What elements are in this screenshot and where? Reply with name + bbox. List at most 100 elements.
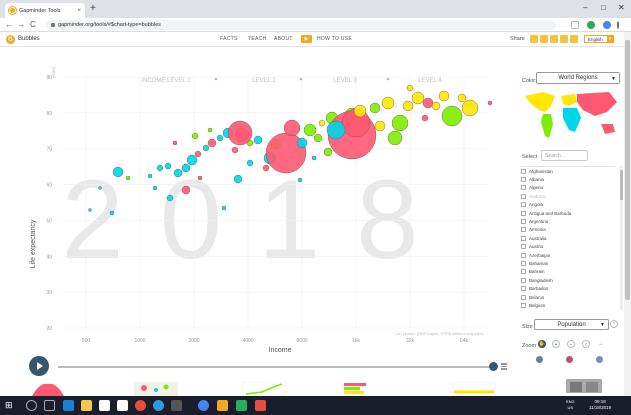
checkbox[interactable] — [521, 219, 526, 225]
country-bubble[interactable] — [166, 194, 174, 202]
country-bubble[interactable] — [441, 105, 463, 127]
page-scrollbar[interactable] — [624, 32, 631, 396]
thumbnail-line-chart[interactable] — [242, 382, 286, 396]
country-bubble[interactable] — [311, 155, 317, 161]
search-icon[interactable] — [26, 400, 37, 411]
country-bubble[interactable] — [369, 102, 381, 114]
country-list-item[interactable]: Barbados — [521, 284, 615, 292]
mail-icon[interactable] — [117, 400, 128, 411]
country-bubble[interactable] — [431, 101, 441, 111]
maximize-button[interactable]: □ — [601, 3, 606, 13]
country-bubble[interactable] — [191, 132, 199, 140]
country-list-item[interactable]: Armenia — [521, 226, 615, 234]
page-scrollbar-thumb[interactable] — [625, 40, 630, 300]
country-bubble[interactable] — [231, 146, 239, 154]
country-list-item[interactable]: Andorra — [521, 192, 615, 200]
country-list-item[interactable]: Azerbaijan — [521, 251, 615, 259]
play-button[interactable] — [29, 356, 49, 376]
browser-tab[interactable]: Gapminder Tools × — [5, 3, 85, 18]
checkbox[interactable] — [521, 252, 526, 258]
chrome-icon[interactable] — [198, 400, 209, 411]
country-bubble[interactable] — [109, 210, 115, 216]
browser-menu-icon[interactable] — [617, 21, 619, 29]
share-twitter-icon[interactable] — [540, 35, 548, 43]
country-bubble[interactable] — [391, 114, 409, 132]
europe-region[interactable] — [561, 94, 577, 106]
country-list-item[interactable]: Albania — [521, 175, 615, 183]
menu-teach[interactable]: TEACH — [248, 36, 266, 42]
country-list-item[interactable]: Angola — [521, 201, 615, 209]
country-bubble[interactable] — [283, 119, 301, 137]
country-bubble[interactable] — [197, 175, 203, 181]
africa-region[interactable] — [563, 108, 581, 132]
country-bubble[interactable] — [216, 134, 224, 142]
checkbox[interactable] — [521, 277, 526, 283]
y-axis-title[interactable]: Life expectancy — [30, 219, 37, 268]
file-explorer-icon[interactable] — [81, 400, 92, 411]
country-bubble[interactable] — [318, 119, 326, 127]
country-bubble[interactable] — [88, 208, 92, 212]
country-bubble[interactable] — [233, 174, 243, 184]
country-bubble[interactable] — [221, 205, 227, 211]
language-indicator[interactable]: ENG US — [566, 399, 575, 411]
checkbox[interactable] — [521, 227, 526, 233]
gapminder-logo-icon[interactable]: G — [6, 35, 15, 44]
zoom-reset-icon[interactable]: ○ — [582, 340, 590, 348]
thumbnail-mountain-chart[interactable] — [30, 382, 66, 396]
zoom-out-icon[interactable]: − — [567, 340, 575, 348]
checkbox[interactable] — [521, 294, 526, 300]
asia-region[interactable] — [577, 92, 617, 116]
calculator-icon[interactable] — [171, 400, 182, 411]
country-list-item[interactable]: Antigua and Barbuda — [521, 209, 615, 217]
country-bubble[interactable] — [202, 144, 210, 152]
country-list-item[interactable]: Australia — [521, 234, 615, 242]
country-bubble[interactable] — [326, 120, 346, 140]
country-bubble[interactable] — [421, 114, 429, 122]
tool-find[interactable] — [557, 356, 581, 365]
country-bubble[interactable] — [98, 186, 102, 190]
scrollbar-thumb[interactable] — [620, 170, 623, 200]
country-bubble[interactable] — [181, 185, 191, 195]
country-list-item[interactable]: Afghanistan — [521, 167, 615, 175]
country-bubble[interactable] — [181, 163, 191, 173]
checkbox[interactable] — [521, 286, 526, 292]
country-bubble[interactable] — [152, 185, 158, 191]
timeline-handle[interactable] — [489, 362, 498, 371]
country-bubble[interactable] — [186, 154, 198, 166]
country-bubble[interactable] — [125, 175, 131, 181]
country-bubble[interactable] — [313, 133, 323, 143]
app-icon[interactable] — [217, 400, 228, 411]
checkbox[interactable] — [521, 177, 526, 183]
country-bubble[interactable] — [147, 173, 153, 179]
share-facebook-icon[interactable] — [550, 35, 558, 43]
task-view-icon[interactable] — [44, 400, 55, 411]
country-bubble[interactable] — [227, 120, 253, 146]
country-bubble[interactable] — [172, 140, 178, 146]
americas-south-region[interactable] — [541, 114, 553, 138]
profile-avatar[interactable] — [603, 21, 611, 29]
country-bubble[interactable] — [402, 100, 414, 112]
thumbnail-rank-chart[interactable] — [452, 382, 496, 396]
size-select[interactable]: Population ▼ — [534, 319, 609, 330]
checkbox[interactable] — [521, 302, 526, 308]
pdf-icon[interactable] — [255, 400, 266, 411]
country-list-item[interactable]: Austria — [521, 243, 615, 251]
how-to-use-icon[interactable]: ▶ — [301, 35, 312, 43]
checkbox[interactable] — [521, 269, 526, 275]
country-bubble[interactable] — [422, 97, 434, 109]
new-tab-button[interactable]: + — [90, 3, 96, 15]
language-select[interactable]: English ▼ — [584, 35, 614, 43]
tab-close-icon[interactable]: × — [77, 8, 81, 14]
taskbar-clock[interactable]: 09:18 11/18/2019 — [589, 399, 611, 411]
checkbox[interactable] — [521, 202, 526, 208]
country-list-item[interactable]: Bahamas — [521, 259, 615, 267]
skype-icon[interactable] — [153, 400, 164, 411]
checkbox[interactable] — [521, 185, 526, 191]
checkbox[interactable] — [521, 210, 526, 216]
edge-icon[interactable] — [63, 400, 74, 411]
country-list-item[interactable]: Belarus — [521, 293, 615, 301]
menu-how-to-use[interactable]: HOW TO USE — [317, 36, 352, 42]
thumbnail-bar-chart[interactable] — [344, 382, 368, 396]
bubble-chart[interactable]: 2018 90 80 70 60 50 40 30 20 500 1000 2000 4000 8000… — [0, 48, 517, 356]
country-bubble[interactable] — [323, 147, 333, 157]
